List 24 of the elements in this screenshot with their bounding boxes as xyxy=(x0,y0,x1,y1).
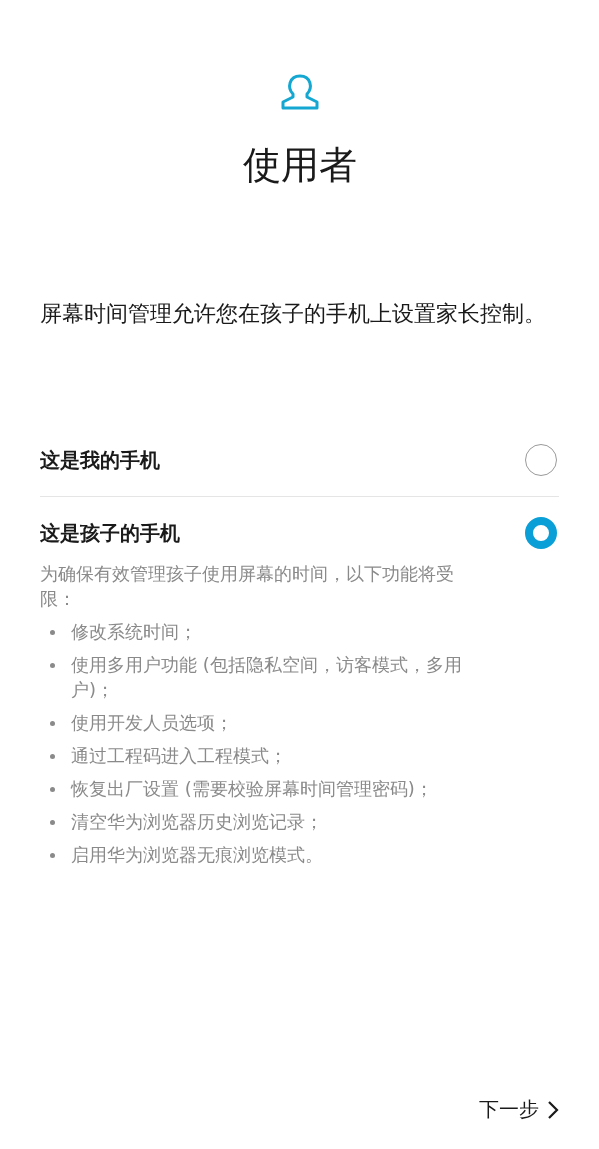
next-button[interactable]: 下一步 xyxy=(479,1096,559,1123)
bullet-icon xyxy=(50,754,55,759)
restriction-item: 通过工程码进入工程模式； xyxy=(71,744,287,768)
restriction-item: 使用开发人员选项； xyxy=(71,711,233,735)
option-label: 这是我的手机 xyxy=(40,446,160,474)
bullet-icon xyxy=(50,663,55,668)
intro-text: 屏幕时间管理允许您在孩子的手机上设置家长控制。 xyxy=(40,300,547,328)
radio-button[interactable] xyxy=(525,517,557,549)
bullet-icon xyxy=(50,820,55,825)
chevron-right-icon xyxy=(547,1099,559,1120)
restriction-item: 恢复出厂设置 (需要校验屏幕时间管理密码)； xyxy=(71,777,433,801)
page-title: 使用者 xyxy=(242,142,357,189)
bullet-icon xyxy=(50,630,55,635)
restriction-item: 启用华为浏览器无痕浏览模式。 xyxy=(71,843,323,867)
restriction-item: 清空华为浏览器历史浏览记录； xyxy=(71,810,323,834)
restriction-item: 修改系统时间； xyxy=(71,620,197,644)
bullet-icon xyxy=(50,853,55,858)
radio-button[interactable] xyxy=(525,444,557,476)
restriction-item: 使用多用户功能 (包括隐私空间，访客模式，多用户)； xyxy=(71,653,463,702)
bullet-icon xyxy=(50,721,55,726)
option-label: 这是孩子的手机 xyxy=(40,519,180,547)
person-icon xyxy=(279,74,320,110)
restriction-note: 为确保有效管理孩子使用屏幕的时间，以下功能将受限： xyxy=(40,562,455,611)
bullet-icon xyxy=(50,787,55,792)
